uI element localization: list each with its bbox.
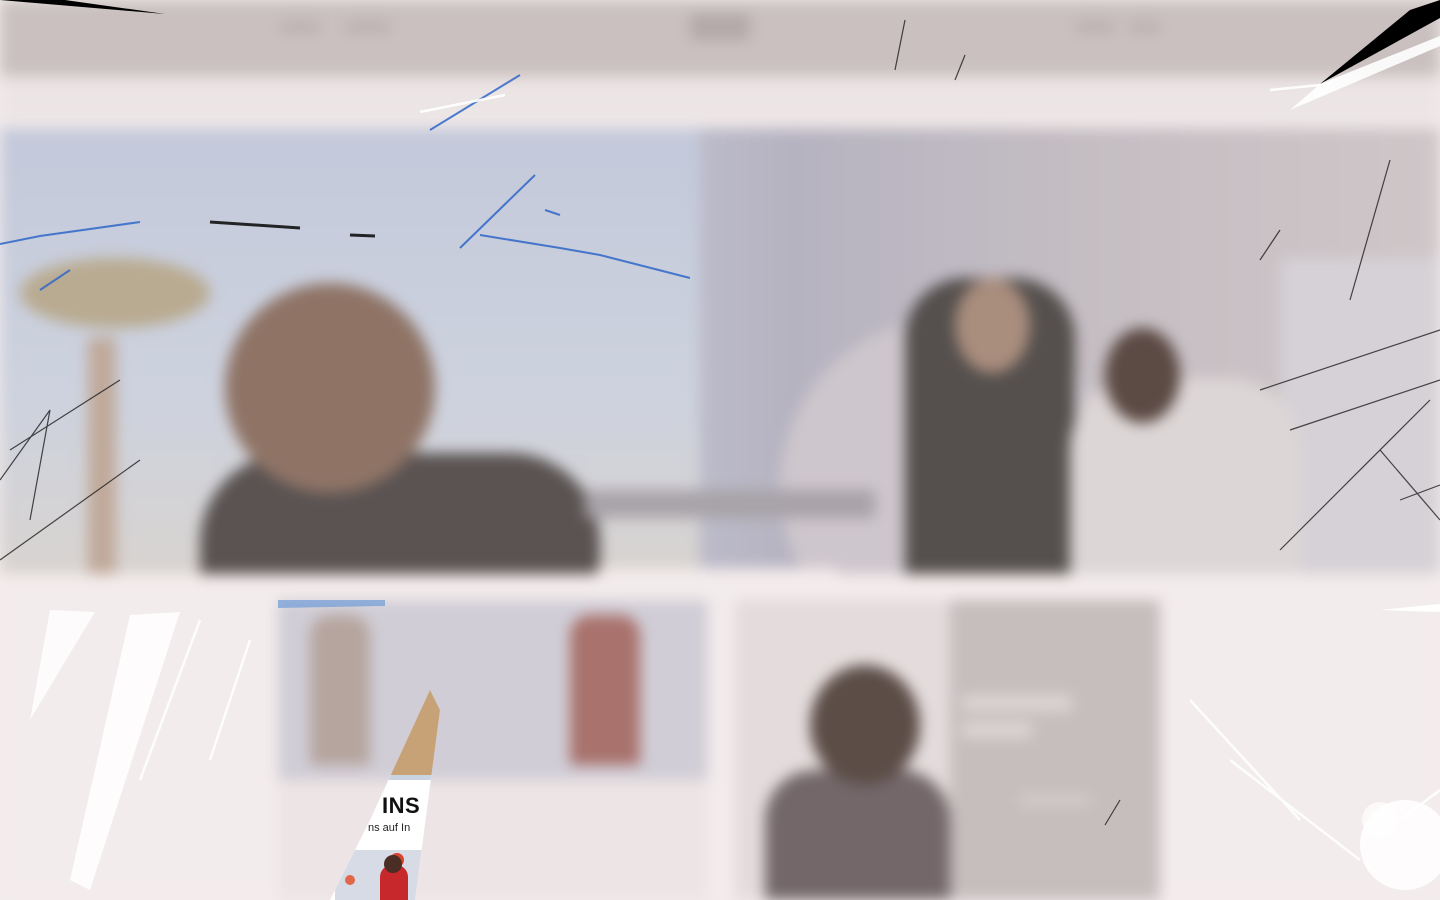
promo-card-text[interactable] xyxy=(950,600,1160,900)
instagram-heading: INS xyxy=(382,793,421,818)
nav-item[interactable] xyxy=(1130,22,1160,32)
top-navigation xyxy=(0,0,1440,76)
screen: INS ns auf In xyxy=(0,0,1440,900)
nav-item[interactable] xyxy=(345,22,390,32)
instagram-subtext: ns auf In xyxy=(368,822,411,834)
blurred-website xyxy=(0,0,1440,900)
model-right-head xyxy=(1105,328,1180,423)
logo-icon[interactable] xyxy=(690,14,750,40)
nav-divider xyxy=(0,76,1440,88)
background-building xyxy=(1280,258,1440,574)
promo-text-line xyxy=(962,695,1072,711)
announcement-bar xyxy=(0,88,1440,122)
model-left-head xyxy=(225,283,435,493)
promo-model xyxy=(570,615,640,765)
promo-model-body xyxy=(765,770,950,900)
promo-model-head xyxy=(810,665,920,785)
promo-model xyxy=(310,615,370,765)
balloon xyxy=(345,875,355,885)
palm-trunk xyxy=(88,338,116,574)
photo-model-head xyxy=(384,855,402,873)
promo-section xyxy=(0,574,1440,900)
promo-text-line xyxy=(962,722,1032,738)
palm-tree xyxy=(20,258,210,328)
promo-link[interactable] xyxy=(1020,795,1090,805)
hero-banner xyxy=(0,128,1440,703)
model-center-head xyxy=(955,278,1030,373)
nav-item[interactable] xyxy=(1075,22,1115,32)
nav-item[interactable] xyxy=(280,22,320,32)
hero-headline xyxy=(585,490,875,518)
